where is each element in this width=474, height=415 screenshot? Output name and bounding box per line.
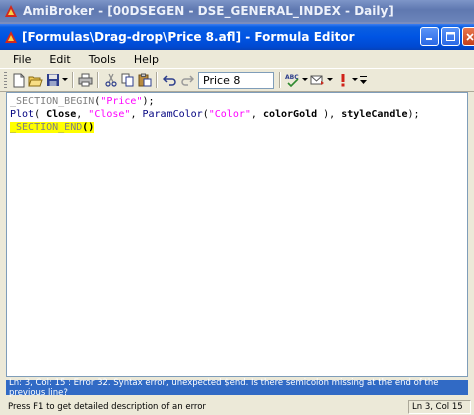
toolbar-separator — [97, 72, 99, 88]
toolbar-overflow-button[interactable] — [359, 72, 368, 89]
code-line: _SECTION_END() — [10, 121, 467, 134]
minimize-icon — [426, 38, 432, 40]
printer-icon — [78, 73, 93, 87]
save-icon — [46, 74, 59, 86]
code-token: () — [82, 122, 95, 133]
chart-select-value: Price 8 — [203, 73, 241, 87]
apply-indicator-button[interactable] — [334, 72, 351, 89]
code-token: Close — [46, 109, 77, 120]
menu-bar: File Edit Tools Help — [0, 50, 474, 68]
paste-button[interactable] — [136, 72, 153, 89]
code-line: Plot( Close, "Close", ParamColor("Color"… — [10, 108, 467, 121]
redo-icon — [180, 75, 194, 86]
code-token: "Color" — [208, 109, 251, 120]
app-title: AmiBroker - [00DSEGEN - DSE_GENERAL_INDE… — [23, 4, 394, 18]
new-file-button[interactable] — [10, 72, 27, 89]
open-file-button[interactable] — [27, 72, 44, 89]
code-token: ( — [34, 109, 47, 120]
close-icon — [465, 32, 474, 41]
error-message: Ln: 3, Col: 15 : Error 32. Syntax error,… — [9, 377, 439, 398]
send-dropdown-button[interactable] — [326, 72, 334, 89]
editor-title-bar[interactable]: [Formulas\Drag-drop\Price 8.afl] - Formu… — [0, 24, 474, 50]
cursor-position: Ln 3, Col 15 — [408, 399, 471, 414]
code-editor[interactable]: _SECTION_BEGIN("Price"); Plot( Close, "C… — [6, 92, 468, 377]
code-token: Plot — [10, 109, 35, 120]
toolbar-separator — [72, 72, 74, 88]
amibroker-logo-icon — [5, 5, 17, 17]
chevron-down-icon — [62, 78, 68, 81]
copy-button[interactable] — [119, 72, 136, 89]
undo-button[interactable] — [161, 72, 178, 89]
app-title-bar[interactable]: AmiBroker - [00DSEGEN - DSE_GENERAL_INDE… — [0, 0, 474, 22]
chevron-down-icon — [302, 78, 308, 81]
code-token: , — [76, 109, 89, 120]
editor-title: [Formulas\Drag-drop\Price 8.afl] - Formu… — [22, 30, 355, 44]
undo-icon — [162, 75, 176, 86]
copy-icon — [121, 73, 133, 87]
toolbar-grip[interactable] — [4, 72, 7, 88]
toolbar: Price 8 ABC — [0, 68, 474, 92]
chevron-down-icon — [327, 78, 333, 81]
save-dropdown-button[interactable] — [61, 72, 69, 89]
chevron-down-icon — [360, 76, 367, 84]
apply-dropdown-button[interactable] — [351, 72, 359, 89]
toolbar-separator — [279, 72, 281, 88]
error-message-bar[interactable]: Ln: 3, Col: 15 : Error 32. Syntax error,… — [6, 377, 468, 398]
syntax-dropdown-button[interactable] — [301, 72, 309, 89]
restore-button[interactable] — [441, 27, 460, 46]
restore-icon — [446, 32, 455, 41]
code-token: colorGold — [262, 109, 318, 120]
check-syntax-button[interactable]: ABC — [284, 72, 301, 89]
paste-icon — [138, 73, 151, 87]
send-button[interactable] — [309, 72, 326, 89]
envelope-icon — [310, 75, 324, 85]
amibroker-logo-icon — [5, 31, 17, 43]
redo-button[interactable] — [178, 72, 195, 89]
code-token: ); — [407, 109, 420, 120]
new-file-icon — [13, 73, 24, 87]
close-button[interactable] — [462, 27, 474, 46]
formula-editor-window: [Formulas\Drag-drop\Price 8.afl] - Formu… — [0, 24, 474, 415]
chart-select-dropdown[interactable]: Price 8 — [198, 71, 274, 89]
code-token: ), — [317, 109, 342, 120]
code-token: "Close" — [88, 109, 131, 120]
cut-button[interactable] — [102, 72, 119, 89]
syntax-check-icon: ABC — [285, 74, 299, 87]
minimize-button[interactable] — [420, 27, 439, 46]
menu-tools[interactable]: Tools — [82, 53, 122, 66]
save-button[interactable] — [44, 72, 61, 89]
scissors-icon — [104, 73, 117, 87]
code-line: _SECTION_BEGIN("Price"); — [10, 95, 467, 108]
code-token: , — [250, 109, 263, 120]
toolbar-separator — [156, 72, 158, 88]
chevron-down-icon — [352, 78, 358, 81]
code-token: _SECTION_END — [10, 122, 83, 133]
status-hint: Press F1 to get detailed description of … — [8, 401, 206, 412]
code-token: _SECTION_BEGIN — [10, 96, 95, 107]
code-token: ParamColor — [142, 109, 203, 120]
code-token: ); — [142, 96, 155, 107]
menu-edit[interactable]: Edit — [42, 53, 76, 66]
open-folder-icon — [28, 76, 43, 86]
exclamation-icon — [341, 74, 344, 87]
code-token: styleCandle — [341, 109, 408, 120]
menu-help[interactable]: Help — [127, 53, 165, 66]
print-button[interactable] — [77, 72, 94, 89]
status-bar: Press F1 to get detailed description of … — [0, 398, 474, 415]
menu-file[interactable]: File — [6, 53, 37, 66]
code-token: "Price" — [100, 96, 143, 107]
code-token: , — [130, 109, 143, 120]
